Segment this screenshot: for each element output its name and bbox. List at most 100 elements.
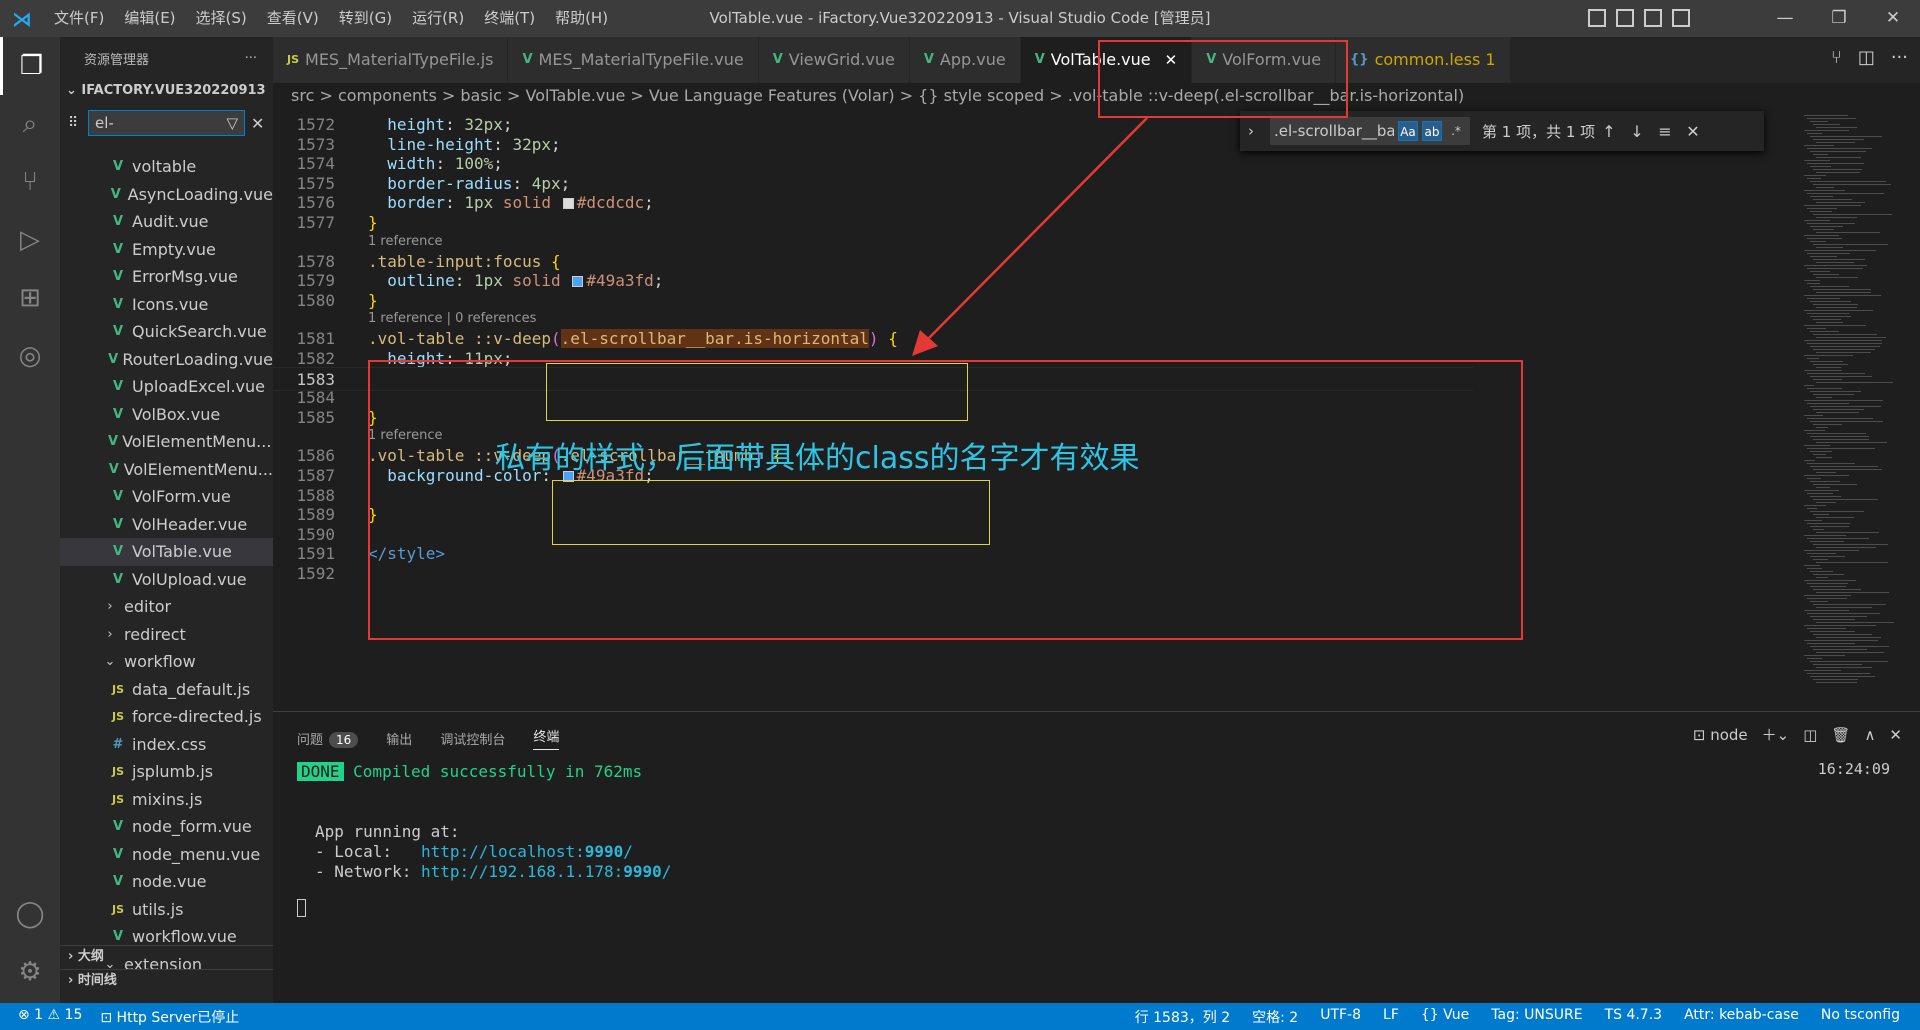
terminal-cursor-line[interactable] — [297, 897, 306, 917]
run-debug-icon[interactable]: ▷ — [0, 211, 60, 269]
close-panel-icon[interactable]: ✕ — [1889, 726, 1902, 744]
menu-item[interactable]: 编辑(E) — [114, 0, 185, 37]
file-item[interactable]: V Empty.vue — [60, 236, 273, 264]
compare-changes-icon[interactable]: ⑂ — [1831, 47, 1842, 68]
language-mode[interactable]: {} Vue — [1421, 1007, 1469, 1027]
new-terminal-icon[interactable]: ＋⌄ — [1762, 724, 1790, 745]
tab-terminal[interactable]: 终端 — [533, 726, 560, 750]
indentation[interactable]: 空格: 2 — [1252, 1007, 1298, 1027]
explorer-more-button[interactable]: ··· — [245, 51, 257, 66]
tag-casing[interactable]: Tag: UNSURE — [1491, 1007, 1582, 1027]
editor-tab[interactable]: V App.vue — [909, 37, 1021, 83]
source-control-icon[interactable]: ⑂ — [0, 153, 60, 211]
more-actions-icon[interactable]: ··· — [1891, 47, 1908, 68]
file-item[interactable]: V VolElementMenu.... — [60, 428, 273, 456]
toggle-panel-icon[interactable] — [1616, 9, 1634, 27]
tab-problems[interactable]: 问题 16 — [297, 729, 359, 748]
file-item[interactable]: Vnode_form.vue — [60, 813, 273, 841]
file-item[interactable]: JS mixins.js — [60, 786, 273, 814]
network-url[interactable]: http://192.168.1.178:9990/ — [421, 862, 671, 881]
menu-item[interactable]: 转到(G) — [329, 0, 402, 37]
file-item[interactable]: V VolForm.vue — [60, 483, 273, 511]
file-item[interactable]: JS force-directed.js — [60, 703, 273, 731]
file-item[interactable]: JS data_default.js — [60, 676, 273, 704]
codelens-references[interactable]: 1 reference — [368, 233, 442, 251]
file-item[interactable]: V VolTable.vue — [60, 538, 273, 566]
find-in-selection-icon[interactable]: ≡ — [1654, 122, 1676, 141]
find-input[interactable]: .el-scrollbar__bar.is-horizontal Aa ab .… — [1270, 117, 1470, 145]
folder-item[interactable]: › redirect — [60, 621, 273, 649]
minimap[interactable] — [1800, 109, 1910, 711]
file-item[interactable]: V VolBox.vue — [60, 401, 273, 429]
file-item[interactable]: V VolUpload.vue — [60, 566, 273, 594]
editor-tab[interactable]: JS MES_MaterialTypeFile.js — [273, 37, 509, 83]
file-item[interactable]: V VolHeader.vue — [60, 511, 273, 539]
use-regex-toggle[interactable]: .* — [1446, 121, 1466, 141]
close-find-icon[interactable]: ✕ — [1682, 122, 1704, 141]
color-swatch[interactable] — [572, 276, 584, 288]
menu-item[interactable]: 运行(R) — [402, 0, 474, 37]
encoding[interactable]: UTF-8 — [1320, 1007, 1361, 1027]
color-swatch[interactable] — [562, 198, 574, 210]
cursor-position[interactable]: 行 1583，列 2 — [1135, 1007, 1230, 1027]
split-editor-icon[interactable]: ◫ — [1858, 47, 1875, 68]
file-item[interactable]: V Icons.vue — [60, 291, 273, 319]
http-server-status[interactable]: ⊡ Http Server已停止 — [100, 1007, 239, 1027]
match-whole-word-toggle[interactable]: ab — [1422, 121, 1442, 141]
workspace-root[interactable]: ⌄ IFACTORY.VUE320220913 — [60, 79, 273, 103]
drag-handle-icon[interactable]: ⠿ — [68, 115, 82, 131]
toggle-replace-icon[interactable]: › — [1248, 122, 1264, 140]
explorer-icon[interactable]: ❐ — [0, 37, 60, 95]
menu-item[interactable]: 文件(F) — [44, 0, 114, 37]
terminal-shell-selector[interactable]: ⊡ node — [1693, 726, 1748, 744]
menu-item[interactable]: 终端(T) — [474, 0, 545, 37]
file-item[interactable]: V Audit.vue — [60, 208, 273, 236]
customize-layout-icon[interactable] — [1672, 9, 1690, 27]
toggle-secondary-sidebar-icon[interactable] — [1644, 9, 1662, 27]
editor-tab[interactable]: {} common.less 1 — [1336, 37, 1511, 83]
folder-item[interactable]: ⌄ workflow — [60, 648, 273, 676]
timeline-section[interactable]: › 时间线 — [60, 969, 273, 991]
restore-button[interactable]: ❐ — [1812, 0, 1866, 37]
problems-status[interactable]: ⊗ 1 ⚠ 15 — [18, 1007, 82, 1027]
file-item[interactable]: V QuickSearch.vue — [60, 318, 273, 346]
folder-item[interactable]: › editor — [60, 593, 273, 621]
extensions-icon[interactable]: ⊞ — [0, 269, 60, 327]
close-window-button[interactable]: ✕ — [1866, 0, 1920, 37]
close-filter-icon[interactable]: ✕ — [251, 114, 267, 133]
file-item[interactable]: V AsyncLoading.vue — [60, 181, 273, 209]
attr-casing[interactable]: Attr: kebab-case — [1684, 1007, 1799, 1027]
outline-section[interactable]: › 大纲 — [60, 945, 273, 967]
tsconfig-status[interactable]: No tsconfig — [1821, 1007, 1900, 1027]
menu-item[interactable]: 帮助(H) — [545, 0, 618, 37]
end-of-line[interactable]: LF — [1383, 1007, 1399, 1027]
breadcrumb[interactable]: src > components > basic > VolTable.vue … — [273, 83, 1920, 109]
split-terminal-icon[interactable]: ◫ — [1803, 726, 1817, 744]
file-item[interactable]: JS utils.js — [60, 896, 273, 924]
edge-devtools-icon[interactable]: ◎ — [0, 327, 60, 385]
file-item[interactable]: V ErrorMsg.vue — [60, 263, 273, 291]
local-url[interactable]: http://localhost:9990/ — [421, 842, 633, 861]
file-item[interactable]: V UploadExcel.vue — [60, 373, 273, 401]
next-match-icon[interactable]: ↓ — [1626, 122, 1648, 141]
tab-debug-console[interactable]: 调试控制台 — [440, 729, 505, 748]
search-icon[interactable]: ⌕ — [0, 95, 60, 153]
editor-tab[interactable]: V MES_MaterialTypeFile.vue — [508, 37, 759, 83]
match-case-toggle[interactable]: Aa — [1398, 121, 1418, 141]
ts-version[interactable]: TS 4.7.3 — [1605, 1007, 1663, 1027]
toggle-sidebar-icon[interactable] — [1588, 9, 1606, 27]
menu-item[interactable]: 选择(S) — [186, 0, 257, 37]
file-item[interactable]: # index.css — [60, 731, 273, 759]
codelens-references[interactable]: 1 reference | 0 references — [368, 310, 536, 328]
file-item[interactable]: V RouterLoading.vue — [60, 346, 273, 374]
tab-output[interactable]: 输出 — [386, 729, 412, 748]
file-item[interactable]: JS jsplumb.js — [60, 758, 273, 786]
filter-icon[interactable]: ▽ — [226, 114, 238, 132]
menu-item[interactable]: 查看(V) — [257, 0, 329, 37]
kill-terminal-icon[interactable]: 🗑 — [1831, 726, 1850, 744]
minimize-button[interactable]: — — [1758, 0, 1812, 37]
file-item[interactable]: Vvoltable — [60, 153, 273, 181]
file-item[interactable]: V VolElementMenu... — [60, 456, 273, 484]
tree-filter-input[interactable]: el- ▽ — [88, 110, 245, 136]
manage-gear-icon[interactable]: ⚙ — [0, 943, 60, 1001]
